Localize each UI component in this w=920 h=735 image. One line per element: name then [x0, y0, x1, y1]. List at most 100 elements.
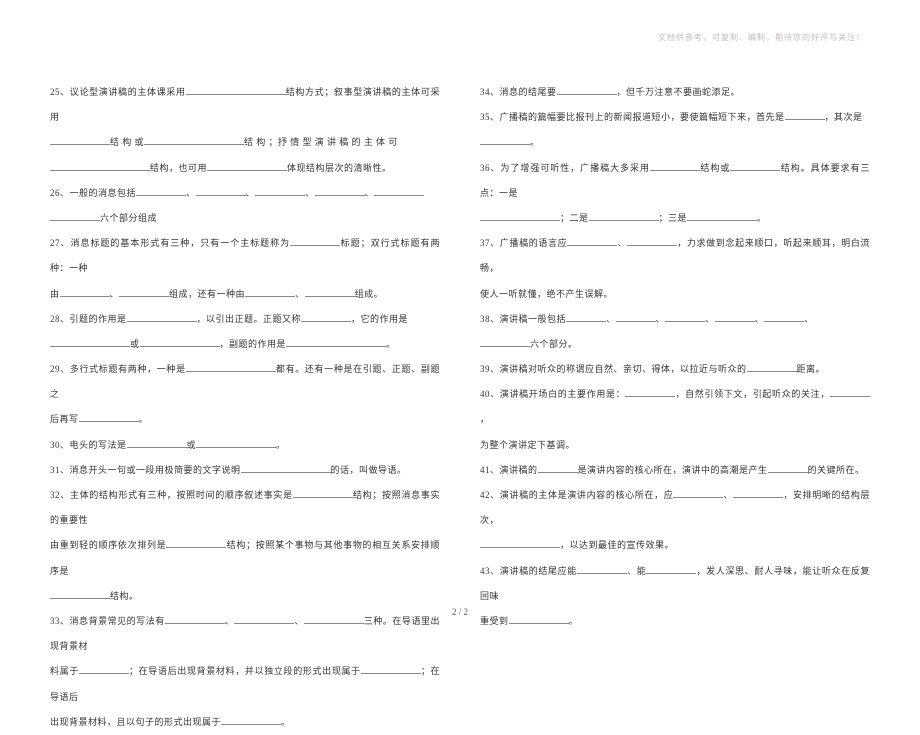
q36-text-f: 。 — [757, 213, 767, 223]
q33-text-h: 出现背景材料，且以句子的形式出现属于 — [50, 717, 221, 727]
q38-text-b: 、 — [606, 314, 616, 324]
question-38: 38、演讲稿一般包括、、、、、 — [480, 307, 870, 332]
q29-text-c: 后再写 — [50, 414, 79, 424]
question-28: 28、引题的作用是，以引出正题。正题又称，它的作用是 — [50, 307, 440, 332]
q28-text-b: ，以引出正题。正题又称 — [197, 314, 302, 324]
blank — [480, 538, 560, 548]
question-40: 40、演讲稿开场白的主要作用是：，自然引领下文，引起听众的关注，， — [480, 382, 870, 432]
q25-text-d: 结 构 ；抒 情 型 演 讲 稿 的 主 体 可 — [244, 137, 398, 147]
question-36-cont: ；二是；三是。 — [480, 206, 870, 231]
blank — [589, 211, 659, 221]
page-number: 2 / 2 — [452, 607, 468, 617]
blank — [144, 135, 244, 145]
q27-text-c: 由 — [50, 289, 60, 299]
question-40-cont: 为整个演讲定下基调。 — [480, 433, 870, 458]
q33-text-c: 、 — [294, 616, 304, 626]
q43-text-d: 重受到 — [480, 616, 509, 626]
blank — [627, 236, 677, 246]
blank — [255, 186, 305, 196]
blank — [616, 312, 656, 322]
q42-text-a: 42、演讲稿的主体是演讲内容的核心所在，应 — [480, 490, 673, 500]
blank — [196, 186, 246, 196]
blank — [79, 664, 129, 674]
question-37-cont: 使人一听就懂，绝不产生误解。 — [480, 282, 870, 307]
blank — [567, 236, 617, 246]
question-37: 37、广播稿的语言应、，力求做到念起来顺口，听起来顺耳，明白流畅， — [480, 231, 870, 281]
q32-text-e: 结构。 — [110, 591, 139, 601]
question-26-cont: 六个部分组成 — [50, 206, 440, 231]
blank — [315, 186, 365, 196]
header-reference-note: 文档供参考，可复制、编制，期待您的好评与关注！ — [658, 32, 865, 43]
blank — [286, 337, 386, 347]
q28-text-d: 或 — [130, 339, 140, 349]
q33-text-f: ；在导语后出现背景材料，并以独立段的形式出现属于 — [129, 666, 361, 676]
q39-text-a: 39、演讲稿对听众的称谓应自然、亲切、得体，以拉近与听众的 — [480, 364, 747, 374]
q42-text-b: 、 — [723, 490, 733, 500]
q25-text-c: 结 构 或 — [110, 137, 144, 147]
q38-text-g: 六个部分。 — [530, 339, 578, 349]
q36-text-e: ；三是 — [659, 213, 688, 223]
q26-text-d: 、 — [305, 188, 315, 198]
q40-text-b: ，自然引领下文，引起听众的关注， — [675, 389, 830, 399]
q42-text-d: ，以达到最佳的宣传效果。 — [560, 540, 674, 550]
q38-text-e: 、 — [755, 314, 765, 324]
blank — [361, 664, 421, 674]
q38-text-d: 、 — [705, 314, 715, 324]
q31-text-b: 的话，叫做导语。 — [331, 465, 407, 475]
blank — [186, 85, 286, 95]
q40-text-c: ， — [480, 414, 490, 424]
question-34: 34、消息的结尾要 ，但千万注意不要画蛇添足。 — [480, 80, 870, 105]
blank — [538, 463, 578, 473]
blank — [566, 312, 606, 322]
q35-text-a: 35、广播稿的篇幅要比报刊上的新闻报道短小，要使篇幅短下来，首先是 — [480, 112, 785, 122]
q25-text-e: 结构，也可用 — [150, 163, 207, 173]
q35-text-c: 。 — [530, 137, 540, 147]
blank — [245, 287, 295, 297]
blank — [127, 312, 197, 322]
q40-text-d: 为整个演讲定下基调。 — [480, 440, 575, 450]
page-footer: 2 / 2 — [0, 607, 920, 617]
blank — [374, 186, 424, 196]
blank — [715, 312, 755, 322]
blank — [140, 337, 220, 347]
blank — [650, 161, 700, 171]
q27-text-e: 组成，还有一种由 — [169, 289, 245, 299]
q41-text-c: 的关键所在。 — [808, 465, 865, 475]
blank — [136, 186, 186, 196]
q26-text-b: 、 — [186, 188, 196, 198]
q43-text-b: 、能 — [627, 566, 646, 576]
question-26: 26、一般的消息包括、、、、 — [50, 181, 440, 206]
blank — [625, 387, 675, 397]
q33-text-i: 。 — [281, 717, 291, 727]
question-31: 31、消息开头一句或一段用极简要的文字说明的话，叫做导语。 — [50, 458, 440, 483]
question-32-cont2: 结构。 — [50, 584, 440, 609]
blank — [50, 337, 130, 347]
question-25-cont2: 结构，也可用体现结构层次的清晰性。 — [50, 156, 440, 181]
blank — [687, 211, 757, 221]
question-30: 30、电头的写法是或。 — [50, 433, 440, 458]
blank — [196, 438, 276, 448]
question-41: 41、演讲稿的是演讲内容的核心所在，演讲中的高潮是产生的关键所在。 — [480, 458, 870, 483]
blank — [119, 287, 169, 297]
blank — [480, 211, 560, 221]
q34-text-a: 34、消息的结尾要 — [480, 87, 557, 97]
question-42-cont: ，以达到最佳的宣传效果。 — [480, 533, 870, 558]
question-33-cont1: 料属于；在导语后出现背景材料，并以独立段的形式出现属于；在导语后 — [50, 659, 440, 709]
blank — [50, 135, 110, 145]
question-35-cont: 。 — [480, 130, 870, 155]
q33-text-b: 、 — [225, 616, 235, 626]
question-29-cont: 后再写。 — [50, 407, 440, 432]
question-39: 39、演讲稿对听众的称谓应自然、亲切、得体，以拉近与听众的 距离。 — [480, 357, 870, 382]
blank — [60, 287, 110, 297]
blank — [127, 438, 187, 448]
question-29: 29、多行式标题有两种，一种是都有。还有一种是在引题、正题、副题之 — [50, 357, 440, 407]
blank — [768, 463, 808, 473]
blank — [577, 564, 627, 574]
blank — [646, 564, 696, 574]
blank — [166, 538, 226, 548]
q39-text-b: 距离。 — [797, 364, 826, 374]
blank — [241, 463, 331, 473]
q27-text-f: 、 — [295, 289, 305, 299]
blank — [764, 312, 804, 322]
q34-text-b: ，但千万注意不要画蛇添足。 — [617, 87, 741, 97]
